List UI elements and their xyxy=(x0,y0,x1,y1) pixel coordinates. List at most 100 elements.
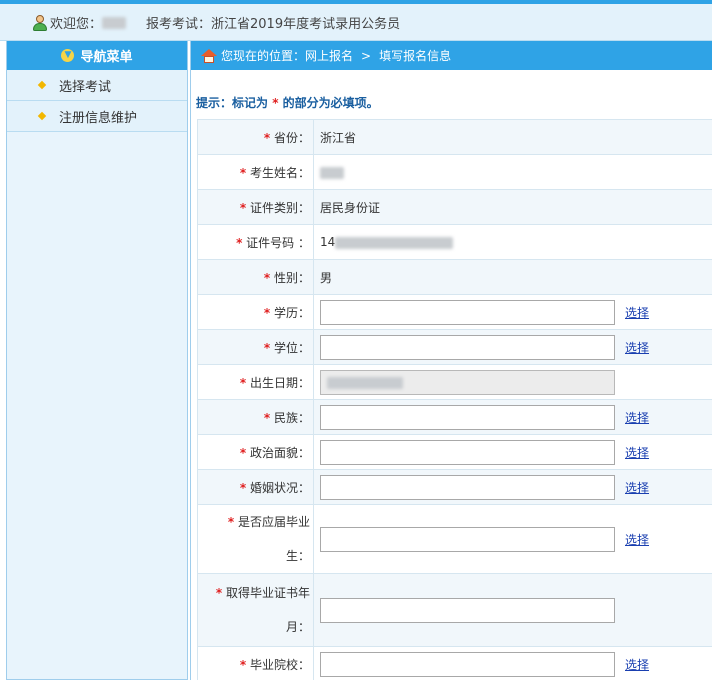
breadcrumb-prefix[interactable]: 您现在的位置：网上报名 xyxy=(221,47,353,64)
chevron-down-icon: ▼ xyxy=(61,49,75,62)
required-hint: 提示：标记为 * 的部分为必填项。 xyxy=(196,94,379,111)
province-value: 浙江省 xyxy=(313,119,712,155)
field-label: * 出生日期： xyxy=(197,364,314,400)
fresh-graduate-input[interactable] xyxy=(320,526,615,552)
diploma-date-input[interactable] xyxy=(320,597,615,623)
bullet-icon xyxy=(37,111,47,121)
id-number-value: 14 xyxy=(313,224,712,260)
label-text: 生： xyxy=(285,549,310,563)
degree-input[interactable] xyxy=(320,334,615,360)
political-status-choose-link[interactable]: 选择 xyxy=(625,444,649,461)
required-star: * xyxy=(263,410,271,425)
required-star: * xyxy=(227,515,235,529)
welcome-area: 欢迎您： xyxy=(32,13,127,32)
name-redacted xyxy=(320,166,344,179)
marital-status-input[interactable] xyxy=(320,474,615,500)
label-text: 性别： xyxy=(273,270,310,285)
education-cell: 选择 xyxy=(313,294,712,330)
required-star: * xyxy=(239,480,247,495)
label-text: 取得毕业证书年 xyxy=(225,586,310,600)
hint-text: 提示：标记为 xyxy=(196,96,269,110)
ethnicity-choose-link[interactable]: 选择 xyxy=(625,409,649,426)
sidebar: ▼ 导航菜单 选择考试 注册信息维护 xyxy=(6,41,188,680)
fresh-graduate-cell: 选择 xyxy=(313,504,712,574)
required-star: * xyxy=(215,586,223,600)
sidebar-title: 导航菜单 xyxy=(80,50,133,65)
sidebar-item-label: 注册信息维护 xyxy=(59,110,138,126)
degree-cell: 选择 xyxy=(313,329,712,365)
form-row-id-type: * 证件类别： 居民身份证 xyxy=(197,189,712,225)
ethnicity-cell: 选择 xyxy=(313,399,712,435)
label-text: 省份： xyxy=(273,130,310,145)
label-text: 政治面貌： xyxy=(249,445,310,460)
field-label: * 证件类别： xyxy=(197,189,314,225)
welcome-label: 欢迎您： xyxy=(50,17,103,32)
label-text: 学位： xyxy=(273,340,310,355)
bullet-icon xyxy=(37,80,47,90)
label-text: 学历： xyxy=(273,305,310,320)
field-label: * 性别： xyxy=(197,259,314,295)
graduate-school-input[interactable] xyxy=(320,651,615,677)
label-text: 月： xyxy=(285,620,310,634)
label-text: 证件号码 ： xyxy=(246,235,310,250)
field-label: * 是否应届毕业 生： xyxy=(197,504,314,574)
required-star: * xyxy=(239,200,247,215)
required-star: * xyxy=(239,445,247,460)
field-label: * 政治面貌： xyxy=(197,434,314,470)
form-row-ethnicity: * 民族： 选择 xyxy=(197,399,712,435)
form-row-graduate-school: * 毕业院校： 选择 xyxy=(197,646,712,680)
top-header: 欢迎您： 报考考试：浙江省2019年度考试录用公务员 xyxy=(0,0,712,41)
home-icon xyxy=(201,48,217,63)
main-content: 您现在的位置：网上报名 > 填写报名信息 提示：标记为 * 的部分为必填项。 *… xyxy=(190,41,712,680)
political-status-input[interactable] xyxy=(320,439,615,465)
required-star: * xyxy=(272,96,279,110)
graduate-school-choose-link[interactable]: 选择 xyxy=(625,656,649,673)
sidebar-header[interactable]: ▼ 导航菜单 xyxy=(7,41,187,70)
required-star: * xyxy=(263,130,271,145)
username-redacted xyxy=(102,16,127,29)
field-label: * 证件号码 ： xyxy=(197,224,314,260)
field-label: * 婚姻状况： xyxy=(197,469,314,505)
sidebar-item-registration[interactable]: 注册信息维护 xyxy=(7,101,187,132)
form-row-name: * 考生姓名： xyxy=(197,154,712,190)
label-text: 证件类别： xyxy=(249,200,310,215)
required-star: * xyxy=(239,657,247,672)
required-star: * xyxy=(263,305,271,320)
form-row-education: * 学历： 选择 xyxy=(197,294,712,330)
field-label: * 民族： xyxy=(197,399,314,435)
sidebar-item-label: 选择考试 xyxy=(59,79,112,95)
label-text: 民族： xyxy=(273,410,310,425)
birthdate-input xyxy=(320,369,615,395)
label-text: 出生日期： xyxy=(249,375,310,390)
required-star: * xyxy=(239,165,247,180)
required-star: * xyxy=(239,375,247,390)
form-row-political-status: * 政治面貌： 选择 xyxy=(197,434,712,470)
sidebar-item-select-exam[interactable]: 选择考试 xyxy=(7,70,187,101)
fresh-graduate-choose-link[interactable]: 选择 xyxy=(625,531,649,548)
political-status-cell: 选择 xyxy=(313,434,712,470)
label-text: 婚姻状况： xyxy=(249,480,310,495)
diploma-date-cell xyxy=(313,573,712,647)
form-row-marital-status: * 婚姻状况： 选择 xyxy=(197,469,712,505)
education-choose-link[interactable]: 选择 xyxy=(625,304,649,321)
form-row-province: * 省份： 浙江省 xyxy=(197,119,712,155)
marital-status-choose-link[interactable]: 选择 xyxy=(625,479,649,496)
marital-status-cell: 选择 xyxy=(313,469,712,505)
exam-title: 报考考试：浙江省2019年度考试录用公务员 xyxy=(146,17,401,32)
field-label: * 学位： xyxy=(197,329,314,365)
label-text: 毕业院校： xyxy=(249,657,310,672)
ethnicity-input[interactable] xyxy=(320,404,615,430)
id-number-prefix: 14 xyxy=(320,235,336,249)
form-row-degree: * 学位： 选择 xyxy=(197,329,712,365)
form-row-id-number: * 证件号码 ： 14 xyxy=(197,224,712,260)
degree-choose-link[interactable]: 选择 xyxy=(625,339,649,356)
form-row-diploma-date: * 取得毕业证书年月： xyxy=(197,573,712,647)
breadcrumb-current: 填写报名信息 xyxy=(379,49,452,63)
user-icon xyxy=(32,14,48,32)
required-star: * xyxy=(236,235,243,250)
education-input[interactable] xyxy=(320,299,615,325)
form-row-birthdate: * 出生日期： xyxy=(197,364,712,400)
field-label: * 考生姓名： xyxy=(197,154,314,190)
field-label: * 省份： xyxy=(197,119,314,155)
graduate-school-cell: 选择 xyxy=(313,646,712,680)
